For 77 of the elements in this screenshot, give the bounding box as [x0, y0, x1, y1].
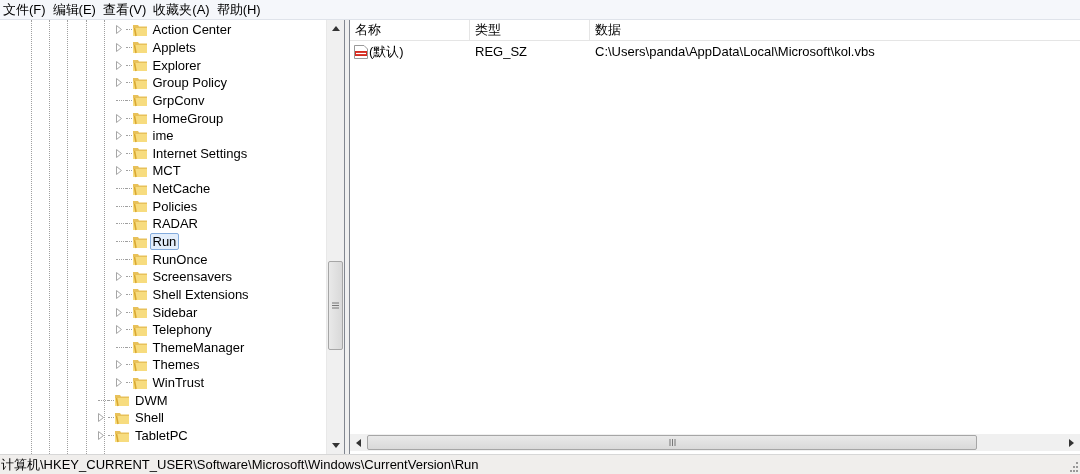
tree-item[interactable]: HomeGroup	[149, 109, 227, 127]
tree-item[interactable]: RADAR	[149, 215, 201, 233]
value-row[interactable]: (默认) REG_SZ C:\Users\panda\AppData\Local\Microsoft\kol.vbs	[350, 42, 1080, 61]
tree-item[interactable]: Shell	[132, 409, 167, 427]
scrollbar-thumb[interactable]	[367, 435, 977, 450]
expand-arrow-icon[interactable]	[115, 113, 122, 123]
folder-icon	[131, 92, 148, 109]
folder-icon	[131, 339, 148, 356]
value-data: C:\Users\panda\AppData\Local\Microsoft\kol.vbs	[594, 44, 876, 59]
tree-item[interactable]: Shell Extensions	[149, 285, 252, 303]
expand-arrow-icon[interactable]	[115, 78, 122, 88]
tree-item[interactable]: Applets	[149, 38, 199, 56]
scroll-down-arrow-icon[interactable]	[331, 443, 340, 448]
expand-arrow-icon[interactable]	[115, 272, 122, 282]
status-path: 计算机\HKEY_CURRENT_USER\Software\Microsoft\Windows\CurrentVersion\Run	[0, 455, 479, 474]
grip-icon	[668, 439, 676, 446]
string-value-icon	[353, 43, 369, 60]
folder-icon	[131, 145, 148, 162]
tree-item[interactable]: ThemeManager	[149, 338, 248, 356]
tree-item[interactable]: WinTrust	[149, 374, 208, 392]
tree-item[interactable]: Telephony	[149, 321, 215, 339]
expand-arrow-icon[interactable]	[98, 431, 104, 441]
expand-arrow-icon[interactable]	[115, 42, 122, 52]
tree-item[interactable]: Sidebar	[149, 303, 201, 321]
folder-icon	[131, 110, 148, 126]
folder-icon	[131, 251, 148, 268]
column-header[interactable]: 名称	[350, 20, 470, 40]
expand-arrow-icon[interactable]	[115, 325, 122, 335]
tree-item[interactable]: Policies	[149, 197, 201, 215]
expand-arrow-icon[interactable]	[115, 25, 122, 35]
menu-item[interactable]: 收藏夹(A)	[150, 0, 213, 19]
folder-icon	[131, 357, 148, 373]
tree-item[interactable]: ime	[149, 127, 177, 145]
scroll-left-arrow-icon[interactable]	[356, 438, 361, 447]
folder-icon	[131, 286, 148, 303]
column-header[interactable]: 数据	[590, 20, 1080, 40]
value-type: REG_SZ	[474, 44, 528, 59]
menu-item[interactable]: 查看(V)	[99, 0, 150, 19]
tree-item[interactable]: Run	[149, 233, 180, 250]
expand-arrow-icon[interactable]	[115, 378, 122, 388]
tree-item[interactable]: DWM	[132, 391, 171, 409]
tree-item[interactable]: Internet Settings	[149, 144, 251, 162]
column-header[interactable]: 类型	[470, 20, 590, 40]
vertical-scrollbar[interactable]	[326, 20, 344, 454]
tree-item[interactable]: Explorer	[149, 56, 204, 74]
resize-grip-icon[interactable]	[1068, 462, 1078, 472]
tree-item[interactable]: MCT	[149, 162, 184, 180]
tree-item[interactable]: RunOnce	[149, 250, 211, 268]
menu-item[interactable]: 帮助(H)	[213, 0, 264, 19]
expand-arrow-icon[interactable]	[115, 131, 122, 141]
scroll-right-arrow-icon[interactable]	[1069, 438, 1074, 447]
tree-item[interactable]: Screensavers	[149, 268, 235, 286]
expand-arrow-icon[interactable]	[115, 289, 122, 299]
tree-item[interactable]: Action Center	[149, 21, 235, 39]
expand-arrow-icon[interactable]	[115, 166, 122, 176]
expand-arrow-icon[interactable]	[115, 360, 122, 370]
expand-arrow-icon[interactable]	[115, 60, 122, 70]
tree-item[interactable]: Group Policy	[149, 74, 230, 92]
folder-icon	[131, 57, 148, 74]
folder-icon	[114, 392, 130, 409]
value-name: (默认)	[369, 42, 404, 61]
tree-item[interactable]: Themes	[149, 356, 203, 374]
menu-item[interactable]: 编辑(E)	[49, 0, 99, 19]
menu-item[interactable]: 文件(F)	[0, 0, 49, 19]
folder-icon	[131, 198, 148, 215]
expand-arrow-icon[interactable]	[115, 148, 122, 158]
tree-item[interactable]: TabletPC	[132, 427, 191, 445]
horizontal-scrollbar[interactable]	[350, 434, 1080, 451]
grip-icon	[332, 302, 339, 309]
folder-icon	[131, 39, 148, 56]
tree-item[interactable]: NetCache	[149, 180, 214, 198]
scrollbar-thumb[interactable]	[328, 261, 343, 350]
expand-arrow-icon[interactable]	[115, 307, 122, 317]
tree-item[interactable]: GrpConv	[149, 91, 208, 109]
scroll-up-arrow-icon[interactable]	[331, 26, 340, 31]
expand-arrow-icon[interactable]	[98, 413, 104, 423]
folder-icon	[131, 304, 148, 321]
